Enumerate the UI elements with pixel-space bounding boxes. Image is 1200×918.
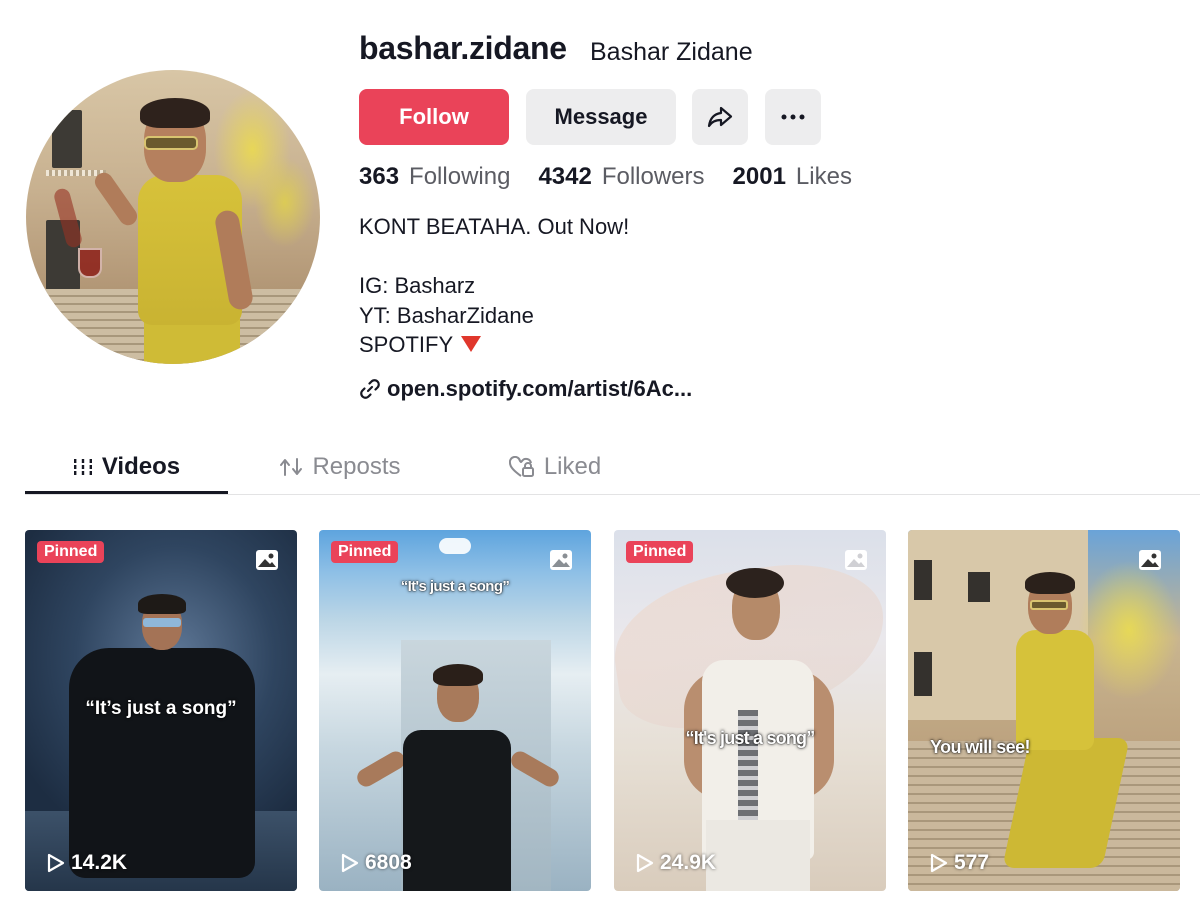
link-icon: [360, 379, 380, 399]
tab-label: Reposts: [312, 453, 401, 480]
likes-label: Likes: [795, 163, 852, 190]
profile-tabs: Videos Reposts Liked: [25, 440, 1200, 495]
bio: KONT BEATAHA. Out Now! IG: Basharz YT: B…: [359, 212, 629, 360]
video-thumb-window: [914, 560, 932, 600]
follow-button[interactable]: Follow: [359, 89, 509, 145]
profile-link[interactable]: open.spotify.com/artist/6Ac...: [359, 376, 692, 402]
photo-icon: [845, 550, 867, 570]
photo-icon: [256, 550, 278, 570]
video-thumb-figure-hair: [138, 594, 186, 614]
stat-following[interactable]: 363 Following: [359, 163, 510, 191]
video-caption: “It’s just a song”: [85, 698, 237, 719]
view-count-value: 24.9K: [660, 851, 717, 874]
pinned-badge: Pinned: [331, 541, 399, 563]
followers-count: 4342: [538, 163, 592, 190]
video-thumb-window: [968, 572, 990, 602]
red-triangle-down-icon: [461, 336, 482, 353]
video-thumb-figure: [69, 648, 255, 878]
likes-count: 2001: [732, 163, 786, 190]
stat-followers[interactable]: 4342 Followers: [538, 163, 704, 191]
bio-line: IG: Basharz: [359, 273, 476, 298]
avatar-figure-arm: [91, 169, 141, 229]
video-thumb-figure: [403, 730, 511, 891]
avatar-figure-hair: [140, 98, 210, 128]
video-card[interactable]: Pinned “It's just a song” 6808: [319, 530, 591, 891]
video-card[interactable]: You will see! 577: [908, 530, 1180, 891]
video-card[interactable]: Pinned “It's just a song” 24.9K: [614, 530, 886, 891]
pinned-badge: Pinned: [37, 541, 105, 563]
grid-lines-icon: [72, 459, 93, 475]
video-thumb-figure-glasses: [143, 618, 181, 627]
bio-line: KONT BEATAHA. Out Now!: [359, 214, 630, 239]
video-caption: “It's just a song”: [400, 578, 510, 595]
video-thumb-figure-pants: [706, 820, 810, 891]
view-count: 24.9K: [636, 851, 716, 875]
pinned-badge: Pinned: [626, 541, 694, 563]
play-icon: [341, 853, 359, 873]
share-button[interactable]: [692, 89, 748, 145]
stat-likes: 2001 Likes: [733, 163, 852, 191]
view-count: 6808: [341, 851, 412, 875]
view-count-value: 6808: [365, 851, 412, 874]
message-button[interactable]: Message: [526, 89, 676, 145]
more-button[interactable]: [765, 89, 821, 145]
active-tab-indicator: [25, 491, 228, 494]
video-thumb-figure-arm: [353, 748, 409, 790]
following-label: Following: [409, 163, 511, 190]
view-count-value: 14.2K: [71, 851, 128, 874]
bio-line: [359, 242, 629, 272]
bio-line: SPOTIFY: [359, 332, 454, 357]
view-count-value: 577: [954, 851, 990, 874]
photo-icon: [1139, 550, 1161, 570]
video-thumb-figure-hair: [726, 568, 784, 598]
tab-reposts[interactable]: Reposts: [235, 440, 445, 494]
username: bashar.zidane: [359, 30, 567, 66]
heart-lock-icon: [508, 456, 534, 477]
bio-line: YT: BasharZidane: [359, 302, 534, 328]
video-thumb-figure-hair: [433, 664, 483, 686]
view-count: 14.2K: [47, 851, 127, 875]
play-icon: [47, 853, 65, 873]
video-thumb-figure: [1016, 630, 1094, 750]
video-thumb-cloud: [439, 538, 471, 554]
video-thumb-figure-glasses: [1030, 600, 1068, 610]
video-grid: Pinned “It’s just a song” 14.2K Pinned “…: [25, 530, 1185, 891]
avatar[interactable]: [26, 70, 320, 364]
tab-liked[interactable]: Liked: [455, 440, 655, 494]
stats-row: 363 Following 4342 Followers 2001 Likes: [359, 163, 880, 191]
tab-label: Videos: [101, 453, 181, 480]
video-thumb-window: [914, 652, 932, 696]
tab-label: Liked: [543, 453, 602, 480]
play-icon: [636, 853, 654, 873]
video-thumb-figure-hair: [1025, 572, 1075, 594]
video-caption: You will see!: [930, 737, 1031, 757]
bio-line-spotify: SPOTIFY: [359, 330, 629, 360]
avatar-figure-glasses: [144, 136, 198, 150]
display-name: Bashar Zidane: [590, 38, 753, 66]
video-caption: “It's just a song”: [685, 728, 816, 748]
video-thumb-shirt-print: [738, 710, 758, 820]
more-dots-icon: [781, 114, 805, 120]
profile-link-text[interactable]: open.spotify.com/artist/6Ac...: [387, 376, 692, 402]
followers-label: Followers: [601, 163, 705, 190]
tab-videos[interactable]: Videos: [25, 440, 228, 494]
photo-icon: [550, 550, 572, 570]
following-count: 363: [359, 163, 400, 190]
video-card[interactable]: Pinned “It’s just a song” 14.2K: [25, 530, 297, 891]
play-icon: [930, 853, 948, 873]
view-count: 577: [930, 851, 989, 875]
share-arrow-icon: [707, 106, 733, 128]
avatar-wine-glass: [78, 248, 102, 278]
repost-icon: [280, 458, 303, 476]
avatar-bg-window: [52, 110, 82, 168]
